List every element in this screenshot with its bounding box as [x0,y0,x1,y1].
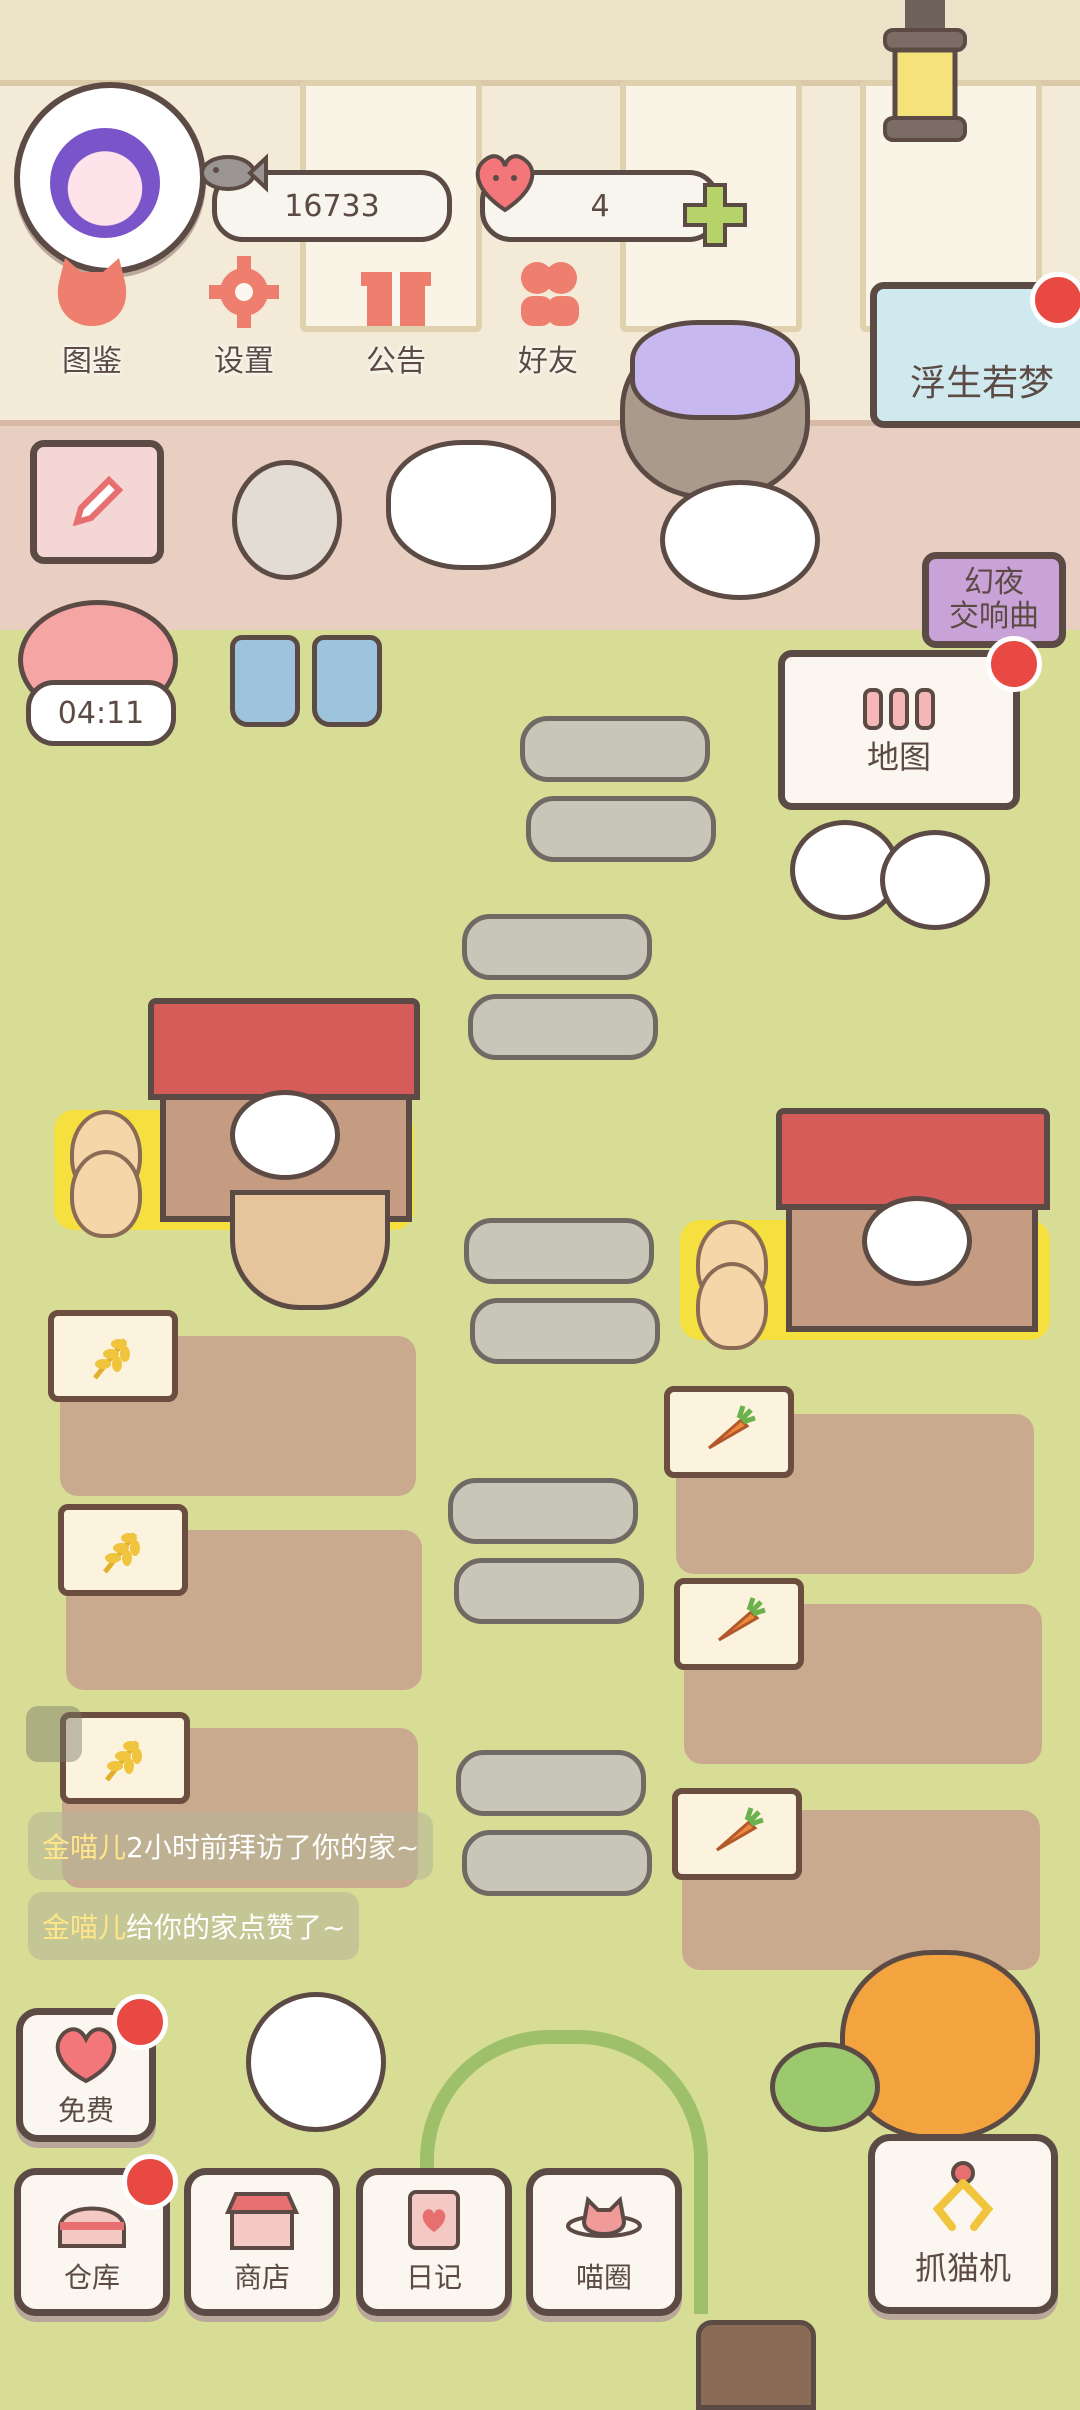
planet-cat-icon [566,2195,642,2238]
cat-circle-label: 喵圈 [575,2261,632,2294]
event-side-button[interactable]: 幻夜 交响曲 [922,552,1066,648]
add-hearts-button[interactable] [680,180,750,250]
lantern-icon [883,0,967,142]
carrot-icon [708,1405,756,1450]
announcement-button[interactable]: 公告 [336,250,456,380]
chat-text: 2小时前拜访了你的家~ [126,1831,420,1864]
wheat-sign[interactable] [48,1310,178,1402]
announcement-label: 公告 [366,344,426,379]
chat-message: 金喵儿 2小时前拜访了你的家~ [28,1812,434,1880]
event-banner-label: 浮生若梦 [909,363,1054,404]
cat-circle-button[interactable]: 喵圈 [526,2168,682,2316]
wheat-icon [103,1532,140,1574]
warehouse-icon [58,2206,126,2248]
carrot-icon [716,1807,764,1852]
carrot-sign[interactable] [672,1788,802,1880]
chicken-character[interactable] [230,1090,340,1180]
friends-icon [521,262,579,326]
chick-character[interactable] [880,830,990,930]
gift-icon [361,272,431,326]
chat-toggle-button[interactable] [26,1706,82,1762]
warehouse-label: 仓库 [63,2261,120,2294]
cow-character[interactable] [246,1992,386,2132]
shop-icon [224,2192,300,2250]
stepping-stone [462,1830,652,1896]
map-button[interactable]: 地图 [778,650,1020,810]
stepping-stone [526,796,716,862]
friends-button[interactable]: 好友 [488,250,608,380]
shop-button[interactable]: 商店 [184,2168,340,2316]
stepping-stone [454,1558,644,1624]
basket-item[interactable] [230,1190,390,1310]
avatar-portrait [50,128,160,238]
cushion [660,480,820,600]
gear-icon [209,256,279,328]
claw-machine-button[interactable]: 抓猫机 [868,2134,1058,2314]
boot-item[interactable] [312,635,382,727]
diary-label: 日记 [405,2261,462,2294]
fish-icon [200,153,268,193]
chat-user-name[interactable]: 金喵儿 [42,1906,126,1946]
chicken-character[interactable] [862,1196,972,1286]
pencil-icon [72,475,124,527]
claw-machine-label: 抓猫机 [914,2249,1011,2287]
boot-item[interactable] [230,635,300,727]
claw-icon [932,2161,994,2231]
cat-character[interactable] [386,440,556,570]
carrot-sign[interactable] [674,1578,804,1670]
timer-badge: 04:11 [26,680,176,746]
event-side-line1: 幻夜 [964,565,1024,600]
wheat-icon [105,1740,142,1782]
fence-icon [863,688,935,730]
map-badge [986,636,1042,692]
free-badge [112,1994,168,2050]
purple-hood [630,320,800,420]
map-label: 地图 [866,738,931,776]
stepping-stone [470,1298,660,1364]
friends-label: 好友 [518,344,578,379]
stepping-stone [462,914,652,980]
stepping-stone [520,716,710,782]
settings-button[interactable]: 设置 [184,250,304,380]
egg-item[interactable] [696,1262,768,1350]
warehouse-badge [122,2154,178,2210]
coop-roof [148,998,420,1100]
encyclopedia-label: 图鉴 [62,344,122,379]
coop-roof [776,1108,1050,1210]
chat-text: 给你的家点赞了~ [126,1911,346,1944]
stepping-stone [448,1478,638,1544]
shop-label: 商店 [233,2261,290,2294]
chat-message: 金喵儿 给你的家点赞了~ [28,1892,360,1960]
egg-item[interactable] [70,1150,142,1238]
carrot-icon [718,1597,766,1642]
encyclopedia-button[interactable]: 图鉴 [32,250,152,380]
chat-user-name[interactable]: 金喵儿 [42,1826,126,1866]
heart-icon [475,154,535,213]
cat-head-icon [57,258,127,326]
cat-character[interactable] [232,460,342,580]
timer-value: 04:11 [57,695,145,731]
fish-coin-value: 16733 [284,188,380,224]
settings-label: 设置 [214,344,274,379]
melon-decoration[interactable] [770,2042,880,2132]
free-label: 免费 [57,2094,114,2127]
stepping-stone [468,994,658,1060]
event-side-line2: 交响曲 [949,599,1039,634]
heart-value: 4 [590,188,610,224]
player-avatar[interactable] [14,82,206,274]
diary-icon [408,2190,460,2250]
event-badge [1030,272,1080,328]
edit-home-button[interactable] [30,440,164,564]
carrot-sign[interactable] [664,1386,794,1478]
wheat-sign[interactable] [58,1504,188,1596]
stepping-stone [456,1750,646,1816]
stepping-stone [464,1218,654,1284]
wheat-icon [93,1338,130,1380]
diary-button[interactable]: 日记 [356,2168,512,2316]
bucket-decoration [696,2320,816,2410]
